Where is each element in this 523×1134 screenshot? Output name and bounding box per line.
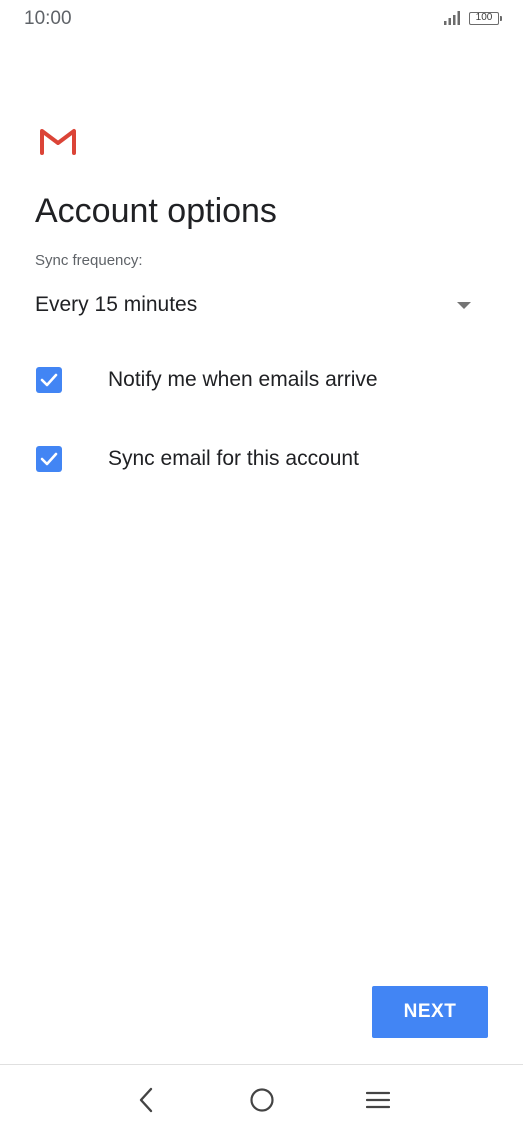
- sync-email-label: Sync email for this account: [108, 447, 359, 470]
- notify-option-row[interactable]: Notify me when emails arrive: [35, 358, 485, 402]
- home-icon: [250, 1088, 274, 1112]
- status-bar: 10:00 100: [0, 0, 523, 38]
- page-title: Account options: [35, 192, 277, 230]
- next-button[interactable]: NEXT: [372, 986, 488, 1038]
- dropdown-arrow-icon: [457, 302, 471, 309]
- signal-icon: [444, 11, 460, 25]
- gmail-logo-icon: [40, 129, 76, 155]
- checkmark-icon: [40, 452, 58, 466]
- home-button[interactable]: [247, 1085, 277, 1115]
- status-time: 10:00: [24, 8, 72, 29]
- checkmark-icon: [40, 373, 58, 387]
- battery-level: 100: [475, 12, 493, 23]
- notify-label: Notify me when emails arrive: [108, 368, 378, 391]
- back-icon: [139, 1087, 153, 1113]
- battery-icon: 100: [469, 11, 502, 25]
- menu-button[interactable]: [363, 1085, 393, 1115]
- menu-icon: [366, 1091, 390, 1109]
- navigation-bar: [0, 1065, 523, 1134]
- status-icons: 100: [444, 10, 502, 26]
- sync-frequency-value: Every 15 minutes: [35, 293, 198, 316]
- sync-email-checkbox[interactable]: [36, 446, 62, 472]
- notify-checkbox[interactable]: [36, 367, 62, 393]
- sync-frequency-label: Sync frequency:: [35, 252, 143, 269]
- sync-frequency-select[interactable]: Every 15 minutes: [35, 288, 475, 326]
- sync-email-option-row[interactable]: Sync email for this account: [35, 437, 485, 481]
- back-button[interactable]: [131, 1085, 161, 1115]
